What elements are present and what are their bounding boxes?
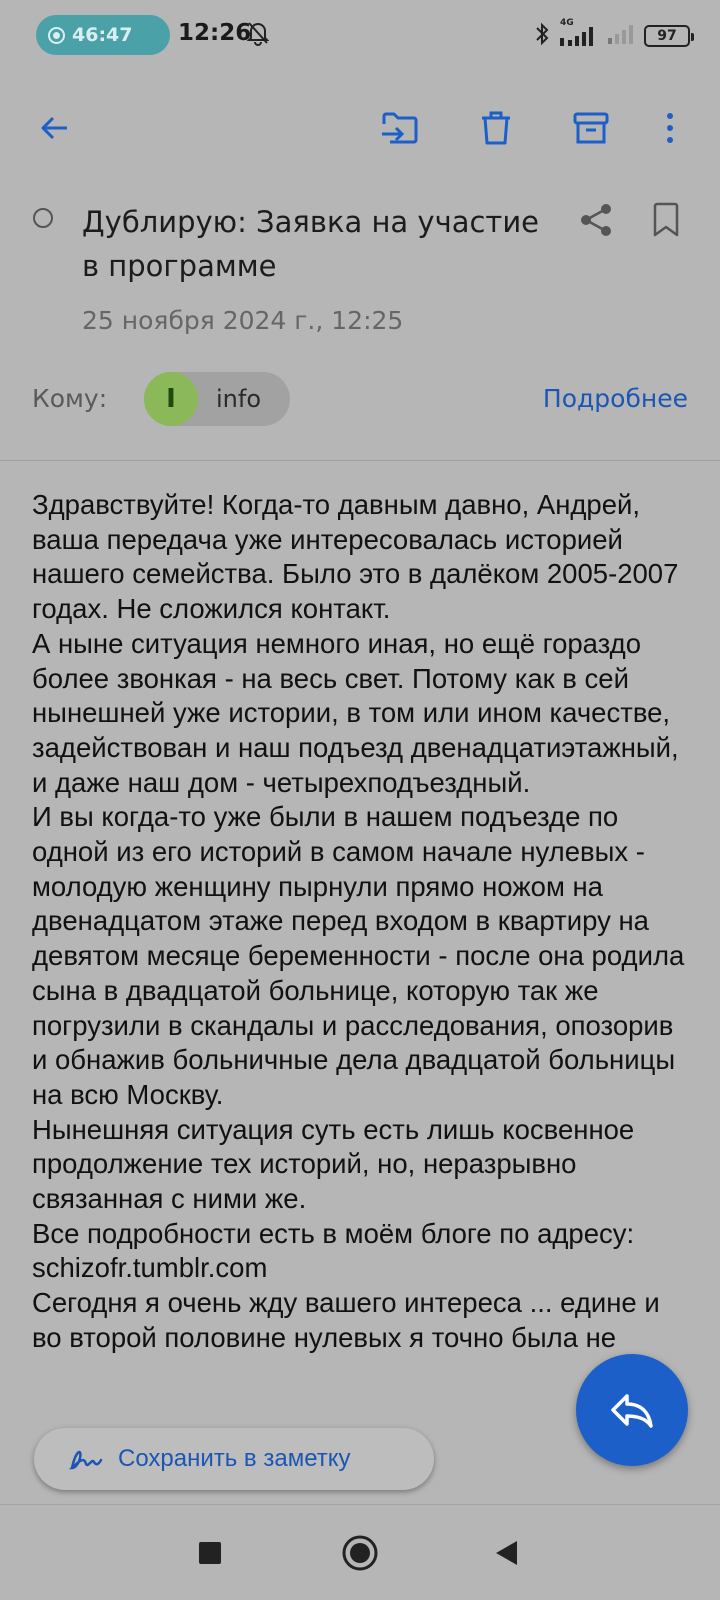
reply-button[interactable] bbox=[576, 1354, 688, 1466]
header-divider bbox=[0, 460, 720, 461]
delete-button[interactable] bbox=[466, 98, 526, 158]
move-to-folder-icon bbox=[382, 112, 418, 144]
triangle-back-icon bbox=[496, 1541, 517, 1565]
reply-icon bbox=[611, 1394, 653, 1428]
back-arrow-icon bbox=[41, 116, 67, 140]
bell-off-icon bbox=[246, 20, 270, 50]
email-body: Здравствуйте! Когда-то давным давно, Анд… bbox=[32, 489, 685, 1353]
archive-icon bbox=[573, 112, 609, 144]
status-clock: 12:26 bbox=[178, 20, 252, 46]
share-button[interactable] bbox=[572, 196, 620, 244]
to-label: Кому: bbox=[32, 384, 108, 413]
bookmark-icon bbox=[653, 202, 679, 237]
avatar: I bbox=[144, 372, 198, 426]
battery-icon: 97 bbox=[644, 25, 694, 47]
details-link[interactable]: Подробнее bbox=[543, 384, 688, 413]
home-circle-icon bbox=[342, 1535, 378, 1571]
bluetooth-icon bbox=[534, 22, 550, 50]
record-icon bbox=[48, 27, 65, 44]
recipient-name: info bbox=[216, 385, 262, 413]
status-bar: 46:47 12:26 4G 97 bbox=[0, 0, 720, 70]
save-to-note-button[interactable]: Сохранить в заметку bbox=[34, 1428, 434, 1490]
back-nav-button[interactable] bbox=[480, 1527, 532, 1579]
home-button[interactable] bbox=[334, 1527, 386, 1579]
share-icon bbox=[581, 204, 611, 236]
signature-icon bbox=[68, 1450, 103, 1470]
email-date: 25 ноября 2024 г., 12:25 bbox=[82, 306, 404, 335]
more-vert-icon bbox=[667, 113, 673, 143]
more-options-button[interactable] bbox=[642, 98, 698, 158]
bookmark-button[interactable] bbox=[642, 196, 690, 244]
archive-button[interactable] bbox=[561, 98, 621, 158]
signal-weak-icon bbox=[606, 22, 636, 50]
trash-icon bbox=[482, 111, 510, 145]
email-toolbar bbox=[0, 90, 720, 170]
back-button[interactable] bbox=[25, 98, 85, 158]
square-icon bbox=[199, 1542, 221, 1564]
recording-time: 46:47 bbox=[72, 24, 133, 46]
email-subject: Дублирую: Заявка на участие в программе bbox=[82, 205, 540, 283]
move-to-folder-button[interactable] bbox=[370, 98, 430, 158]
signal-4g-icon: 4G bbox=[558, 18, 598, 48]
unread-toggle-icon[interactable] bbox=[33, 208, 53, 228]
save-to-note-label: Сохранить в заметку bbox=[118, 1445, 351, 1472]
system-nav-bar bbox=[0, 1504, 720, 1600]
recents-button[interactable] bbox=[184, 1527, 236, 1579]
recipient-chip[interactable]: I info bbox=[144, 372, 290, 426]
screen-recording-indicator[interactable]: 46:47 bbox=[36, 15, 170, 55]
